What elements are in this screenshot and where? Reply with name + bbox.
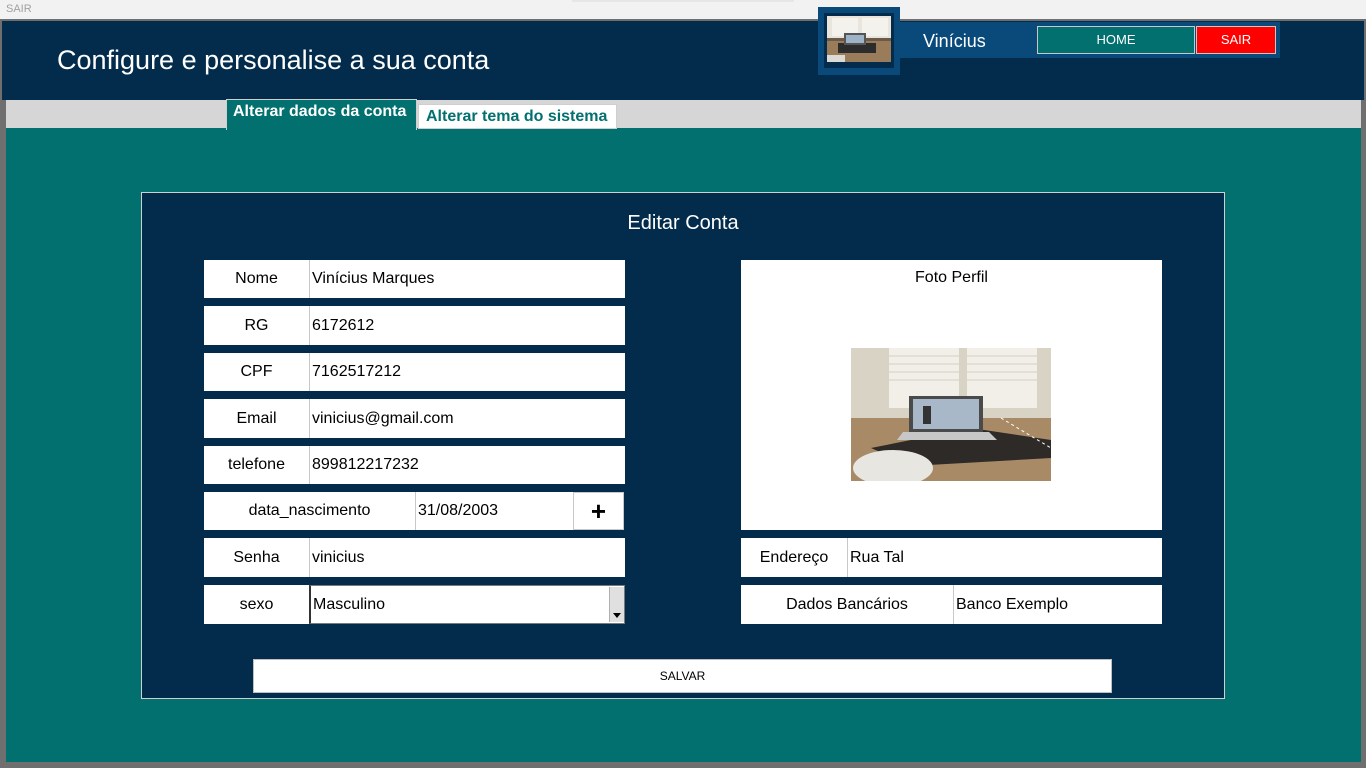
window-title: SAIR (6, 3, 32, 15)
panel-title: Editar Conta (627, 212, 739, 234)
telefone-field[interactable]: 899812217232 (309, 446, 625, 484)
email-label: Email (204, 399, 309, 438)
endereco-label: Endereço (741, 538, 847, 577)
username: Vinícius (923, 31, 986, 51)
senha-field[interactable]: vinicius (309, 538, 625, 577)
page-title: Configure e personalise a sua conta (57, 45, 490, 75)
profile-photo[interactable] (851, 348, 1051, 481)
nome-field[interactable]: Vinícius Marques (309, 260, 625, 298)
tab-alterar-dados[interactable]: Alterar dados da conta (226, 99, 417, 130)
window-titlebar: SAIR (0, 0, 1366, 20)
dados-bancarios-label: Dados Bancários (741, 585, 953, 624)
endereco-field[interactable]: Rua Tal (847, 538, 1162, 577)
date-picker-plus-button[interactable]: + (573, 492, 624, 530)
nome-label: Nome (204, 260, 309, 298)
home-button[interactable]: HOME (1037, 26, 1195, 54)
rg-label: RG (204, 306, 309, 345)
sexo-select[interactable]: Masculino (309, 585, 625, 624)
cpf-label: CPF (204, 353, 309, 391)
rg-field[interactable]: 6172612 (309, 306, 625, 345)
chevron-down-icon[interactable] (609, 587, 624, 622)
data-nascimento-field[interactable]: 31/08/2003 (415, 492, 573, 530)
photo-caption: Foto Perfil (915, 269, 988, 286)
logout-button[interactable]: SAIR (1196, 26, 1276, 54)
dados-bancarios-field[interactable]: Banco Exemplo (953, 585, 1162, 624)
email-field[interactable]: vinicius@gmail.com (309, 399, 625, 438)
telefone-label: telefone (204, 446, 309, 484)
tab-strip (6, 100, 1361, 128)
avatar-photo-icon (827, 16, 891, 62)
data-nascimento-label: data_nascimento (204, 492, 415, 530)
tab-alterar-tema[interactable]: Alterar tema do sistema (418, 104, 617, 129)
avatar[interactable] (818, 7, 900, 75)
save-button[interactable]: SALVAR (253, 659, 1112, 693)
sexo-label: sexo (204, 585, 309, 624)
cpf-field[interactable]: 7162517212 (309, 353, 625, 391)
senha-label: Senha (204, 538, 309, 577)
titlebar-notch (572, 0, 794, 2)
